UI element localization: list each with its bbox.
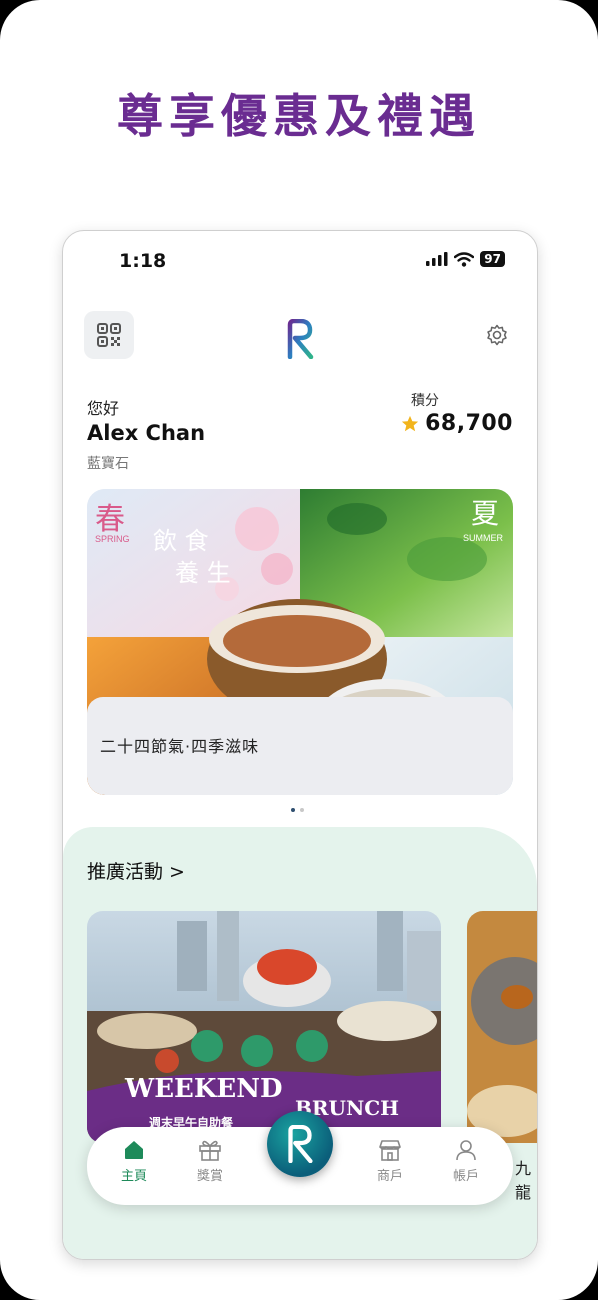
battery-icon: 97: [480, 251, 505, 267]
star-icon: [401, 415, 419, 431]
nav-rewards-label: 獎賞: [196, 1169, 223, 1184]
phone-frame: 1:18 97 您好 Alex Chan 藍寶石 積分 68,700 春 SPR…: [62, 230, 538, 1260]
brand-logo: [287, 319, 314, 359]
qr-code-button[interactable]: [84, 311, 134, 359]
points-label: 積分: [411, 393, 439, 409]
nav-merchants[interactable]: 商戶: [360, 1139, 420, 1184]
membership-tier: 藍寶石: [87, 456, 129, 472]
featured-banner[interactable]: 春 SPRING 夏 SUMMER 飲 食 養 生 二十四節氣·四季滋味: [87, 489, 513, 795]
banner-caption: 二十四節氣·四季滋味: [100, 737, 260, 756]
nav-home-label: 主頁: [120, 1169, 147, 1184]
store-icon: [379, 1140, 401, 1161]
promotion-card-image: [467, 911, 537, 1143]
carousel-indicator[interactable]: [291, 808, 304, 812]
headline: 尊享優惠及禮遇: [117, 89, 481, 143]
summer-label: SUMMER: [463, 533, 503, 543]
promotion-card[interactable]: [467, 911, 537, 1143]
center-action-button[interactable]: [267, 1111, 333, 1177]
settings-gear-icon[interactable]: [485, 323, 509, 347]
user-name: Alex Chan: [87, 421, 206, 445]
status-icons: 97: [426, 251, 505, 267]
status-time: 1:18: [119, 250, 167, 272]
nav-account[interactable]: 帳戶: [436, 1139, 496, 1184]
banner-title-line-2: 養 生: [175, 559, 231, 587]
promotion-card-label: 九龍: [515, 1159, 532, 1202]
person-icon: [456, 1140, 476, 1161]
greeting: 您好: [87, 399, 120, 418]
carousel-dot[interactable]: [291, 808, 295, 812]
nav-home[interactable]: 主頁: [104, 1139, 164, 1184]
carousel-dot[interactable]: [300, 808, 304, 812]
promotions-title-link[interactable]: 推廣活動 >: [87, 857, 185, 884]
weekend-text: WEEKEND: [124, 1074, 283, 1104]
points-value: 68,700: [425, 411, 513, 436]
home-icon: [125, 1141, 143, 1159]
page: 尊享優惠及禮遇 1:18 97 您好 Alex Chan 藍寶石 積分 68,7…: [0, 0, 598, 1300]
spring-label: SPRING: [95, 534, 130, 544]
nav-rewards[interactable]: 獎賞: [180, 1139, 240, 1184]
banner-title-line-1: 飲 食: [153, 527, 209, 555]
wifi-icon: [454, 251, 475, 267]
summer-character: 夏: [471, 497, 499, 530]
brand-logo-icon: [288, 1125, 313, 1163]
qr-code-icon: [97, 323, 121, 347]
promotion-card-image: WEEKEND BRUNCH 週末早午自助餐: [87, 911, 441, 1143]
nav-merchants-label: 商戶: [376, 1169, 403, 1184]
promotion-card[interactable]: WEEKEND BRUNCH 週末早午自助餐: [87, 911, 441, 1143]
nav-account-label: 帳戶: [452, 1169, 479, 1184]
gift-icon: [199, 1140, 221, 1161]
banner-caption-panel: 二十四節氣·四季滋味: [87, 697, 513, 795]
signal-icon: [426, 252, 448, 266]
points-display[interactable]: 68,700: [401, 411, 513, 436]
spring-character: 春: [95, 502, 125, 537]
